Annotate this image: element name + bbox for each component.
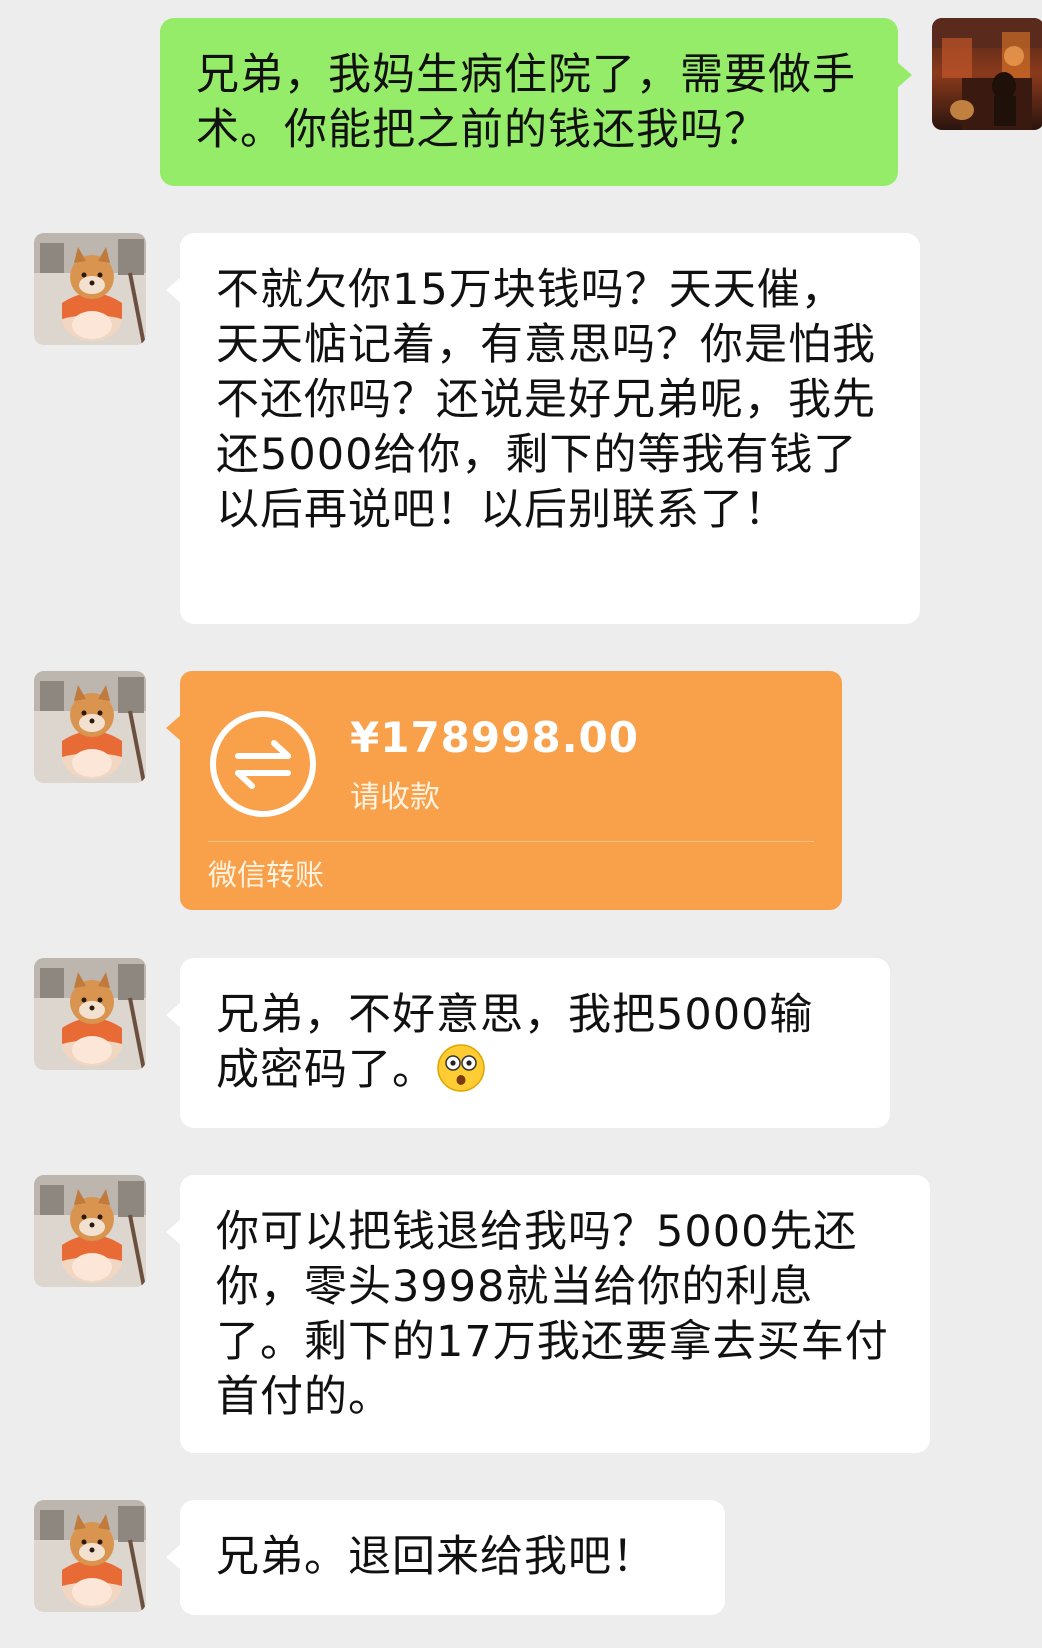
self-avatar-image xyxy=(932,18,1042,130)
chat-conversation: 兄弟，我妈生病住院了，需要做手术。你能把之前的钱还我吗？ 不就欠你15万块钱吗？… xyxy=(0,0,1042,1648)
contact-avatar[interactable] xyxy=(34,1175,146,1287)
contact-avatar[interactable] xyxy=(34,1500,146,1612)
dog-avatar-image xyxy=(34,1500,146,1612)
message-text: 兄弟。退回来给我吧！ xyxy=(216,1532,656,1582)
transfer-divider xyxy=(208,841,814,842)
dog-avatar-image xyxy=(34,1175,146,1287)
self-avatar[interactable] xyxy=(932,18,1042,130)
contact-avatar[interactable] xyxy=(34,233,146,345)
message-bubble-other[interactable]: 兄弟，不好意思，我把5000输成密码了。 xyxy=(166,958,890,1128)
dog-avatar-image xyxy=(34,671,146,783)
transfer-footer-label: 微信转账 xyxy=(208,858,325,892)
message-text: 不就欠你15万块钱吗？天天催，天天惦记着，有意思吗？你是怕我不还你吗？还说是好兄… xyxy=(216,265,876,535)
message-bubble-other[interactable]: 不就欠你15万块钱吗？天天催，天天惦记着，有意思吗？你是怕我不还你吗？还说是好兄… xyxy=(166,233,920,624)
transfer-arrows-icon xyxy=(210,711,316,817)
transfer-amount: ¥178998.00 xyxy=(350,713,639,762)
dog-avatar-image xyxy=(34,233,146,345)
contact-avatar[interactable] xyxy=(34,671,146,783)
message-bubble-other[interactable]: 你可以把钱退给我吗？5000先还你，零头3998就当给你的利息了。剩下的17万我… xyxy=(166,1175,930,1453)
message-text: 兄弟，不好意思，我把5000输成密码了。 xyxy=(216,990,814,1095)
message-text: 你可以把钱退给我吗？5000先还你，零头3998就当给你的利息了。剩下的17万我… xyxy=(216,1207,889,1422)
transfer-status: 请收款 xyxy=(350,780,440,815)
dog-avatar-image xyxy=(34,958,146,1070)
message-text: 兄弟，我妈生病住院了，需要做手术。你能把之前的钱还我吗？ xyxy=(196,50,856,155)
message-bubble-other[interactable]: 兄弟。退回来给我吧！ xyxy=(166,1500,725,1615)
contact-avatar[interactable] xyxy=(34,958,146,1070)
message-bubble-self[interactable]: 兄弟，我妈生病住院了，需要做手术。你能把之前的钱还我吗？ xyxy=(160,18,912,186)
wechat-transfer-card[interactable]: ¥178998.00 请收款 微信转账 xyxy=(166,671,842,910)
astonished-face-emoji-icon xyxy=(436,1043,486,1093)
